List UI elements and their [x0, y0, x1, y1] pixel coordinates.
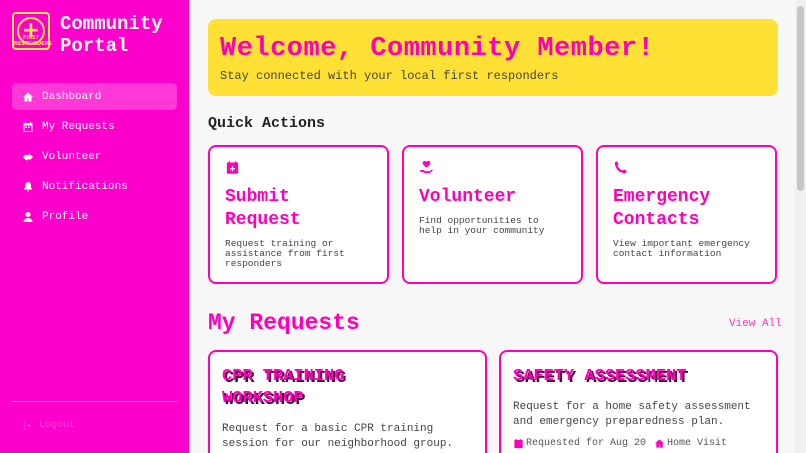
- handshake-icon: [23, 153, 33, 160]
- sidebar-item-dashboard[interactable]: Dashboard: [12, 83, 177, 110]
- card-description: Request training or assistance from firs…: [225, 238, 345, 269]
- card-description: View important emergency contact informa…: [613, 238, 750, 259]
- logout-icon: [23, 421, 32, 430]
- logo: + FIRST RESPONDERS: [12, 12, 52, 50]
- welcome-banner: Welcome, Community Member! Stay connecte…: [208, 19, 778, 96]
- view-all-link[interactable]: View All: [729, 318, 782, 330]
- calendar-plus-icon: [226, 161, 239, 174]
- my-requests-heading: My Requests: [208, 310, 360, 336]
- request-title: SAFETY ASSESSMENT: [513, 367, 687, 386]
- request-type: Home Visit: [667, 438, 728, 449]
- calendar-icon: [23, 121, 33, 132]
- logout-button[interactable]: Logout: [22, 420, 75, 431]
- home-icon: [23, 92, 33, 101]
- request-card-cpr[interactable]: CPR TRAINING WORKSHOP Request for a basic…: [208, 350, 487, 453]
- home-icon: [654, 439, 665, 448]
- sidebar-item-label: Dashboard: [42, 90, 102, 103]
- main-content: Welcome, Community Member! Stay connecte…: [189, 0, 795, 453]
- submit-request-card[interactable]: Submit Request Request training or assist…: [208, 145, 389, 284]
- scrollbar-thumb[interactable]: [797, 6, 804, 191]
- sidebar-item-volunteer[interactable]: Volunteer: [12, 143, 177, 170]
- card-description: Find opportunities to help in your commu…: [419, 215, 545, 236]
- welcome-subtitle: Stay connected with your local first res…: [220, 69, 559, 83]
- card-title: Submit Request: [225, 187, 301, 230]
- request-description: Request for a basic CPR training session…: [222, 423, 454, 450]
- sidebar-item-label: Volunteer: [42, 150, 102, 163]
- request-meta: Requested for Aug 20 Home Visit: [513, 438, 764, 449]
- logo-text: FIRST RESPONDERS: [14, 35, 52, 47]
- sidebar-divider: [12, 401, 177, 402]
- request-description: Request for a home safety assessment and…: [513, 401, 751, 428]
- sidebar-item-profile[interactable]: Profile: [12, 203, 177, 230]
- sidebar: + FIRST RESPONDERS Community Portal Dash…: [0, 0, 189, 453]
- sidebar-item-label: Notifications: [42, 180, 128, 193]
- quick-actions-heading: Quick Actions: [208, 115, 326, 132]
- sidebar-nav: Dashboard My Requests Volunteer Notifica…: [12, 83, 177, 233]
- sidebar-item-label: Profile: [42, 210, 89, 223]
- request-date: Requested for Aug 20: [526, 438, 647, 449]
- emergency-contacts-card[interactable]: Emergency Contacts View important emergen…: [596, 145, 777, 284]
- card-title: Emergency Contacts: [613, 187, 711, 230]
- user-icon: [23, 211, 33, 222]
- calendar-icon: [514, 438, 523, 449]
- phone-icon: [614, 161, 627, 174]
- hand-heart-icon: [420, 160, 433, 174]
- volunteer-card[interactable]: Volunteer Find opportunities to help in …: [402, 145, 583, 284]
- app-title: Community Portal: [60, 13, 163, 57]
- sidebar-item-notifications[interactable]: Notifications: [12, 173, 177, 200]
- request-title: CPR TRAINING WORKSHOP: [222, 367, 345, 408]
- bell-icon: [24, 181, 32, 191]
- card-title: Volunteer: [419, 187, 517, 207]
- brand[interactable]: + FIRST RESPONDERS Community Portal: [12, 12, 163, 57]
- request-card-safety[interactable]: SAFETY ASSESSMENT Request for a home saf…: [499, 350, 778, 453]
- welcome-title: Welcome, Community Member!: [220, 34, 655, 64]
- sidebar-item-label: My Requests: [42, 120, 115, 133]
- sidebar-item-my-requests[interactable]: My Requests: [12, 113, 177, 140]
